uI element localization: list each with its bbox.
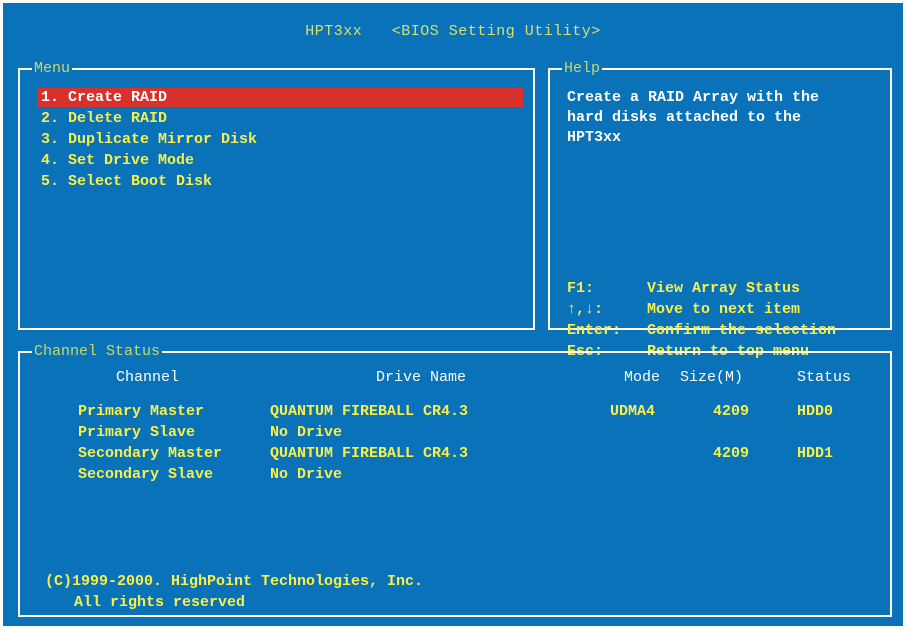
menu-item-delete-raid[interactable]: 2. Delete RAID (37, 109, 167, 128)
status-cell: HDD0 (797, 403, 834, 420)
table-row: Secondary Slave No Drive (20, 464, 880, 485)
drive-cell: QUANTUM FIREBALL CR4.3 (270, 445, 469, 462)
menu-label: Menu (32, 60, 73, 78)
key-row-arrows: ↑,↓: Move to next item (567, 299, 836, 320)
help-label: Help (562, 60, 603, 78)
channel-status-panel: Channel Status Channel Drive Name Mode S… (18, 343, 892, 617)
copyright-line: (C)1999-2000. HighPoint Technologies, In… (45, 573, 424, 590)
bios-screen: HPT3xx <BIOS Setting Utility> Menu 1. Cr… (3, 3, 903, 626)
key-row-enter: Enter: Confirm the selection (567, 320, 836, 341)
menu-item-create-raid[interactable]: 1. Create RAID (37, 88, 523, 107)
channel-cell: Primary Slave (78, 424, 196, 441)
col-header-status: Status (797, 369, 852, 386)
size-cell: 4209 (713, 445, 750, 462)
key-f1-desc: View Array Status (647, 280, 801, 297)
table-row: Primary Slave No Drive (20, 422, 880, 443)
size-cell: 4209 (713, 403, 750, 420)
key-legend: F1: View Array Status ↑,↓: Move to next it… (567, 278, 836, 362)
menu-panel: Menu 1. Create RAID 2. Delete RAID 3. Du… (18, 60, 535, 330)
status-cell: HDD1 (797, 445, 834, 462)
app-name: HPT3xx (305, 23, 363, 40)
menu-item-duplicate-mirror[interactable]: 3. Duplicate Mirror Disk (37, 130, 257, 149)
help-line-1: Create a RAID Array with the (567, 89, 820, 106)
key-f1: F1: (567, 280, 595, 297)
menu-item-set-drive-mode[interactable]: 4. Set Drive Mode (37, 151, 194, 170)
utility-name: <BIOS Setting Utility> (391, 23, 601, 40)
mode-cell: UDMA4 (610, 403, 656, 420)
table-row: Secondary Master QUANTUM FIREBALL CR4.3 … (20, 443, 880, 464)
drive-cell: No Drive (270, 466, 343, 483)
key-arrows-desc: Move to next item (647, 301, 801, 318)
table-row: Primary Master QUANTUM FIREBALL CR4.3 UD… (20, 401, 880, 422)
title-bar: HPT3xx <BIOS Setting Utility> (3, 23, 903, 40)
menu-item-select-boot-disk[interactable]: 5. Select Boot Disk (37, 172, 212, 191)
col-header-mode: Mode (624, 369, 661, 386)
rights-line: All rights reserved (74, 594, 246, 611)
copyright-notice: (C)1999-2000. HighPoint Technologies, In… (45, 571, 423, 613)
col-header-drive-name: Drive Name (376, 369, 467, 386)
col-header-size: Size(M) (680, 369, 744, 386)
key-enter: Enter: (567, 322, 622, 339)
help-line-3: HPT3xx (567, 129, 622, 146)
help-line-2: hard disks attached to the (567, 109, 802, 126)
key-enter-desc: Confirm the selection (647, 322, 837, 339)
channel-status-label: Channel Status (32, 343, 163, 361)
help-panel: Help Create a RAID Array with the hard d… (548, 60, 892, 360)
drive-cell: QUANTUM FIREBALL CR4.3 (270, 403, 469, 420)
channel-cell: Secondary Slave (78, 466, 214, 483)
drive-cell: No Drive (270, 424, 343, 441)
key-arrows: ↑,↓: (567, 301, 604, 318)
channel-cell: Primary Master (78, 403, 205, 420)
key-row-f1: F1: View Array Status (567, 278, 836, 299)
col-header-channel: Channel (116, 369, 180, 386)
channel-cell: Secondary Master (78, 445, 223, 462)
